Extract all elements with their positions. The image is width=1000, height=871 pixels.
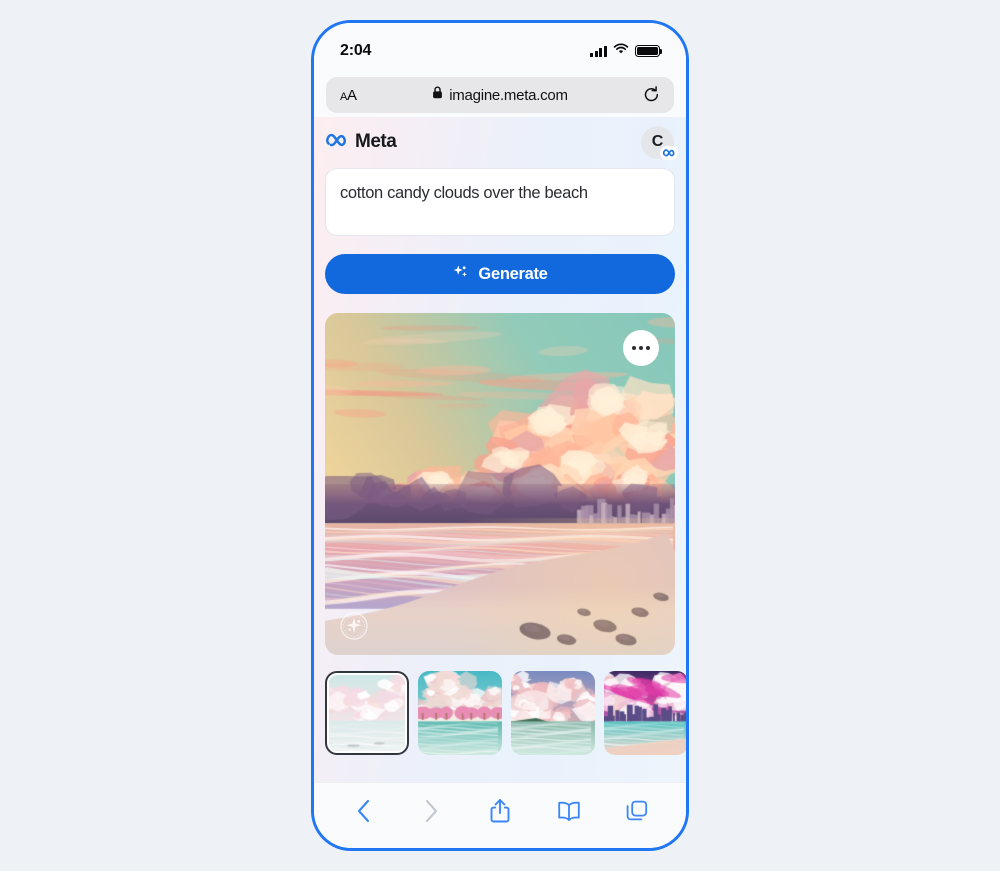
cellular-signal-icon — [590, 45, 607, 57]
generated-image[interactable] — [325, 313, 675, 655]
meta-wordmark: Meta — [355, 131, 397, 152]
avatar[interactable]: C — [641, 125, 678, 160]
url-text: imagine.meta.com — [449, 86, 568, 104]
image-options-button[interactable] — [623, 330, 659, 366]
generated-image-canvas — [325, 313, 675, 655]
reload-button[interactable] — [643, 86, 660, 104]
lock-icon — [432, 86, 443, 104]
sparkle-icon — [452, 264, 469, 284]
status-bar-icons — [590, 42, 663, 60]
text-size-button[interactable]: AA — [340, 87, 357, 104]
thumbnail-strip — [325, 671, 686, 755]
ai-watermark-icon — [339, 611, 369, 641]
battery-icon — [635, 45, 663, 57]
thumbnail-3[interactable] — [511, 671, 595, 755]
browser-toolbar — [314, 782, 686, 848]
thumbnail-4[interactable] — [604, 671, 686, 755]
thumbnail-2[interactable] — [418, 671, 502, 755]
generate-button[interactable]: Generate — [325, 254, 675, 294]
bookmarks-button[interactable] — [550, 792, 588, 830]
web-page-content: Meta C cotton candy clouds over the beac… — [314, 117, 686, 782]
back-button[interactable] — [344, 792, 382, 830]
phone-device-frame: 2:04 AA imagine.meta.com Meta C cotton c… — [311, 20, 689, 851]
meta-infinity-icon — [326, 132, 349, 152]
status-bar-time: 2:04 — [340, 42, 372, 59]
status-bar: 2:04 — [314, 23, 686, 73]
tabs-button[interactable] — [618, 792, 656, 830]
url-display: imagine.meta.com — [326, 86, 674, 104]
avatar-meta-badge-icon — [660, 145, 678, 160]
prompt-input-value: cotton candy clouds over the beach — [340, 184, 588, 202]
browser-url-bar[interactable]: AA imagine.meta.com — [326, 77, 674, 113]
wifi-icon — [613, 42, 629, 60]
meta-brand[interactable]: Meta — [326, 131, 397, 153]
thumbnail-1[interactable] — [325, 671, 409, 755]
prompt-input[interactable]: cotton candy clouds over the beach — [325, 168, 675, 236]
forward-button[interactable] — [413, 792, 451, 830]
generate-button-label: Generate — [478, 264, 548, 283]
browser-url-bar-container: AA imagine.meta.com — [314, 73, 686, 117]
app-header: Meta C — [325, 117, 678, 167]
phone-screen: 2:04 AA imagine.meta.com Meta C cotton c… — [314, 23, 686, 848]
share-button[interactable] — [481, 792, 519, 830]
